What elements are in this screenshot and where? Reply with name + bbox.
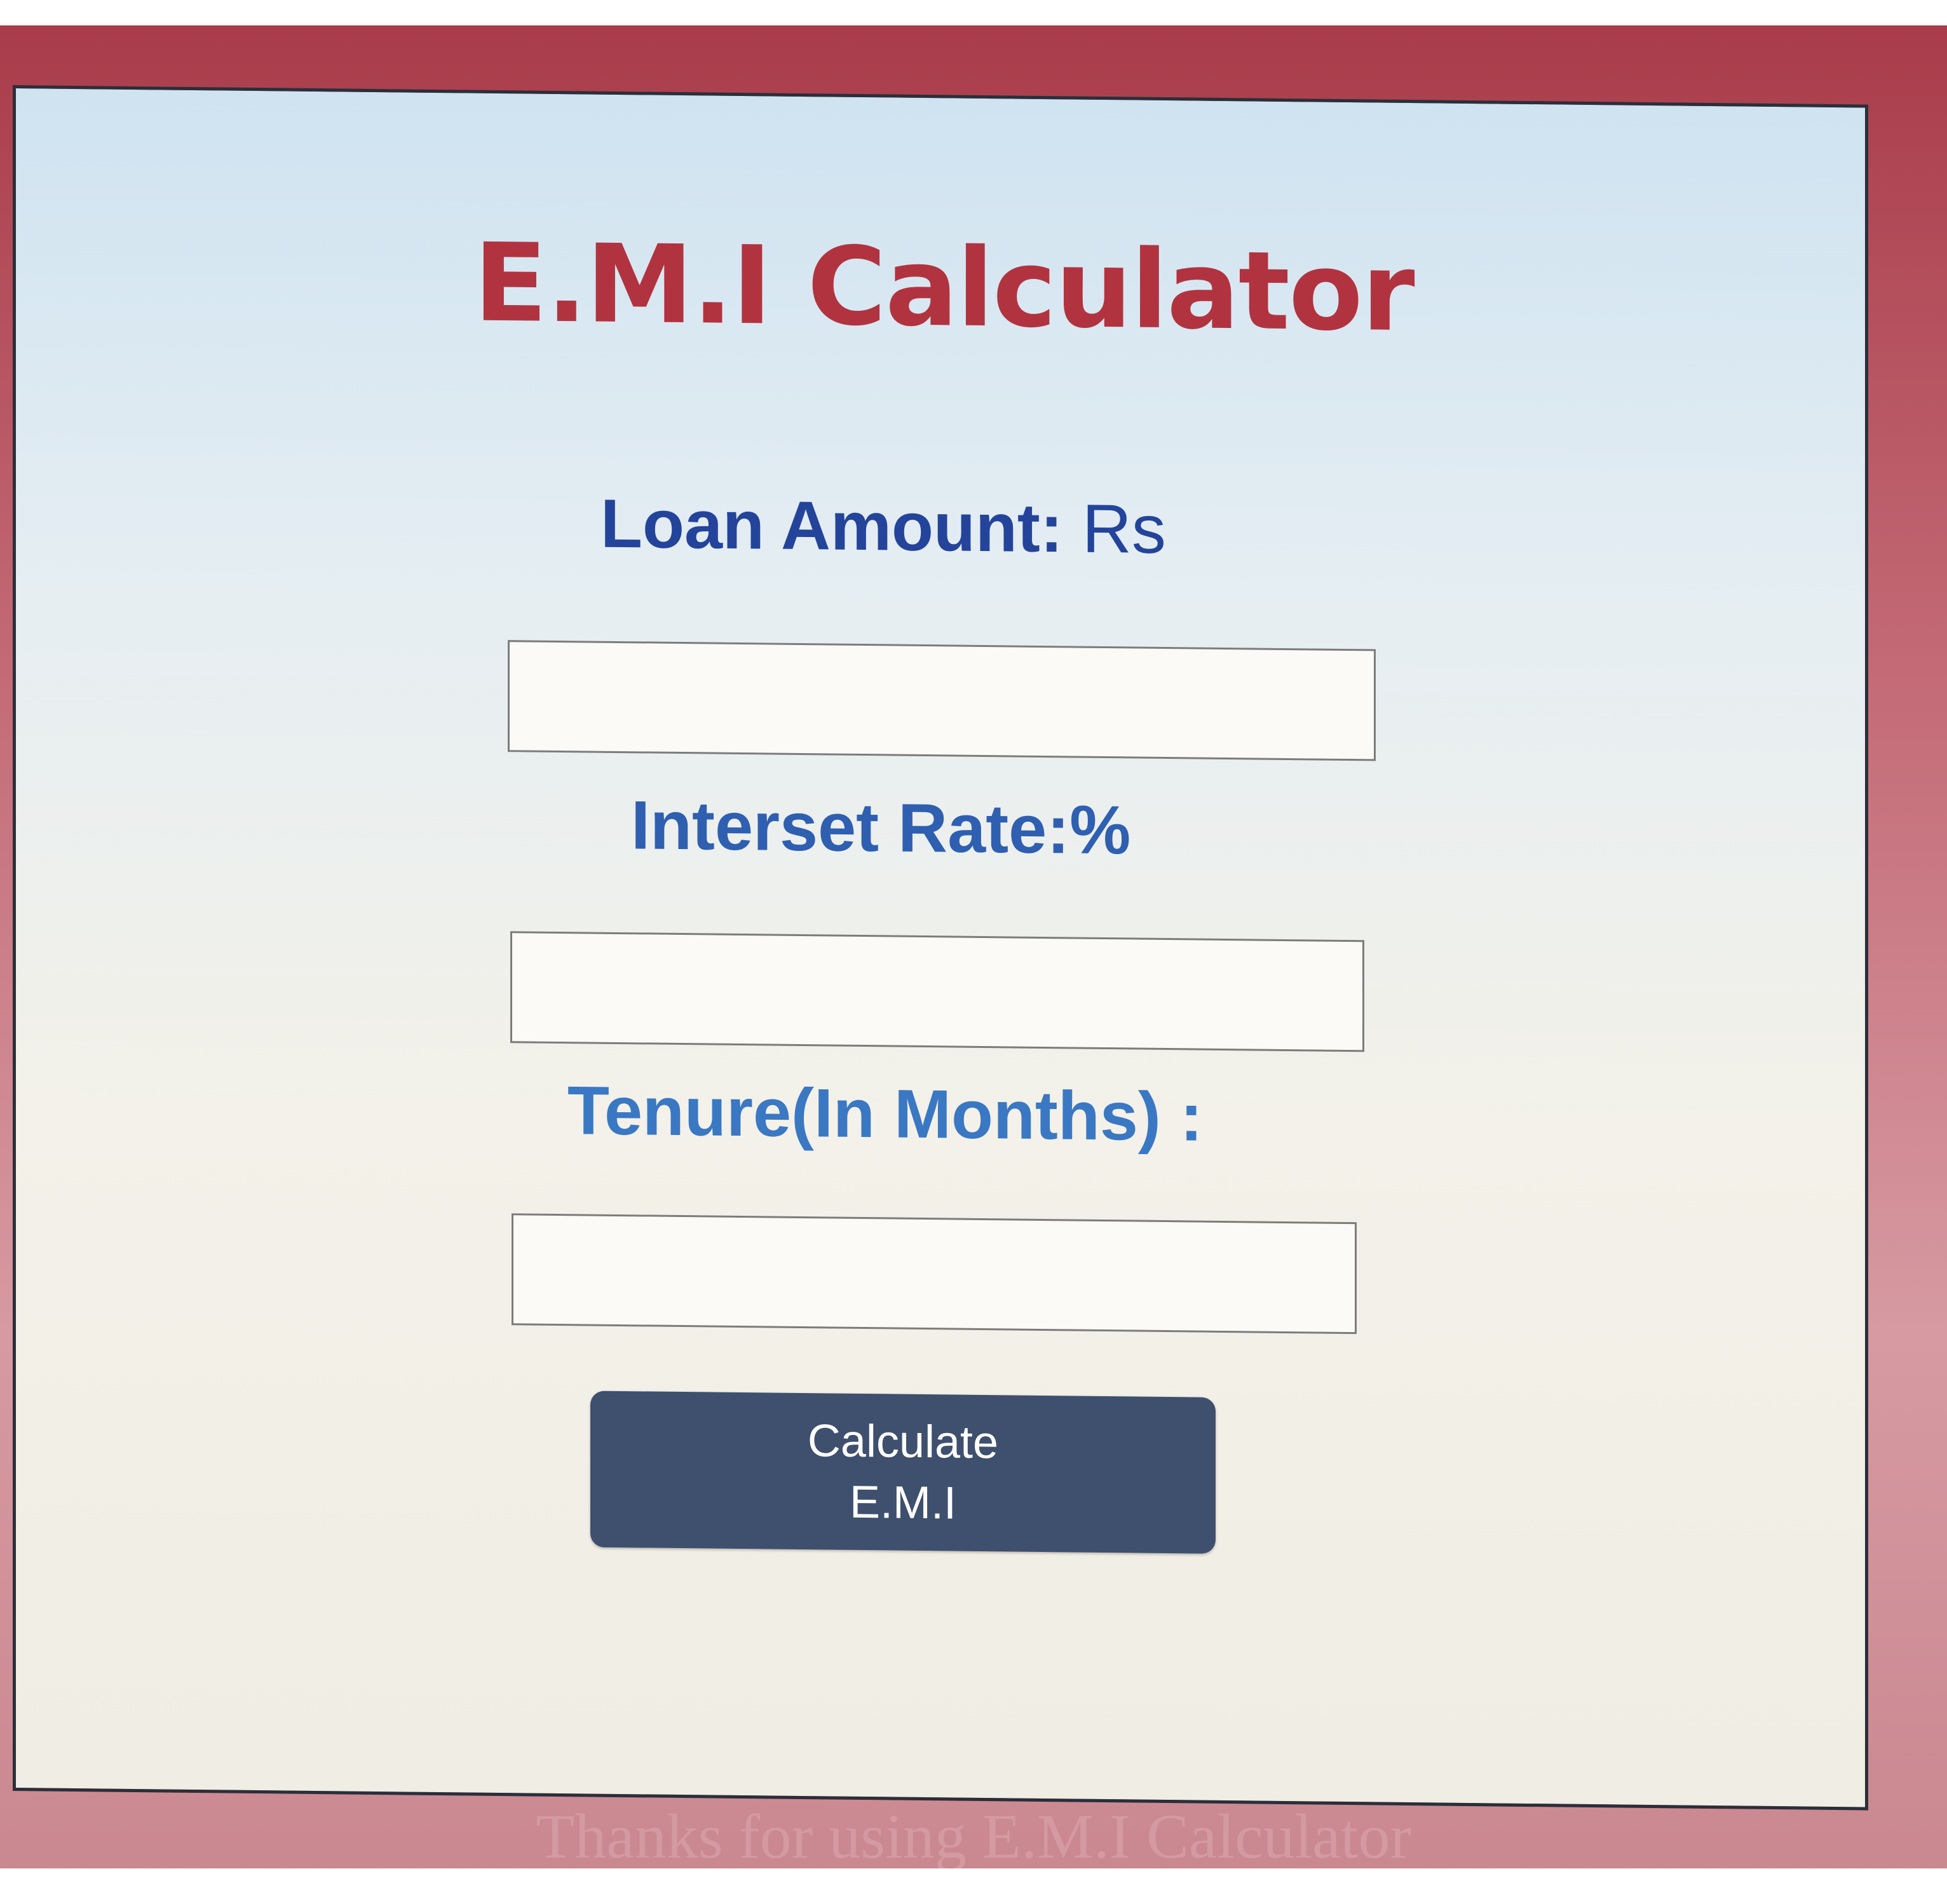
loan-amount-label-text: Loan Amount: xyxy=(600,484,1063,567)
calculate-emi-button[interactable]: Calculate E.M.I xyxy=(590,1391,1216,1554)
loan-amount-unit: Rs xyxy=(1082,489,1166,568)
interest-rate-label: Interset Rate:% xyxy=(631,786,1131,869)
app-window: E.M.I Calculator Loan Amount: Rs Interse… xyxy=(0,0,1947,1904)
bottom-edge xyxy=(0,1868,1947,1904)
top-edge xyxy=(0,0,1947,25)
calculate-button-line2: E.M.I xyxy=(849,1476,956,1529)
loan-amount-label: Loan Amount: Rs xyxy=(600,484,1166,569)
tenure-label: Tenure(In Months) : xyxy=(567,1071,1203,1155)
interest-rate-input[interactable] xyxy=(510,931,1364,1052)
tenure-input[interactable] xyxy=(512,1213,1357,1335)
calculate-button-line1: Calculate xyxy=(807,1415,999,1469)
page-title: E.M.I Calculator xyxy=(473,220,1414,357)
loan-amount-input[interactable] xyxy=(508,640,1376,761)
calculator-panel: E.M.I Calculator Loan Amount: Rs Interse… xyxy=(13,85,1868,1811)
footer-message: Thanks for using E.M.I Calculator xyxy=(536,1801,1411,1872)
